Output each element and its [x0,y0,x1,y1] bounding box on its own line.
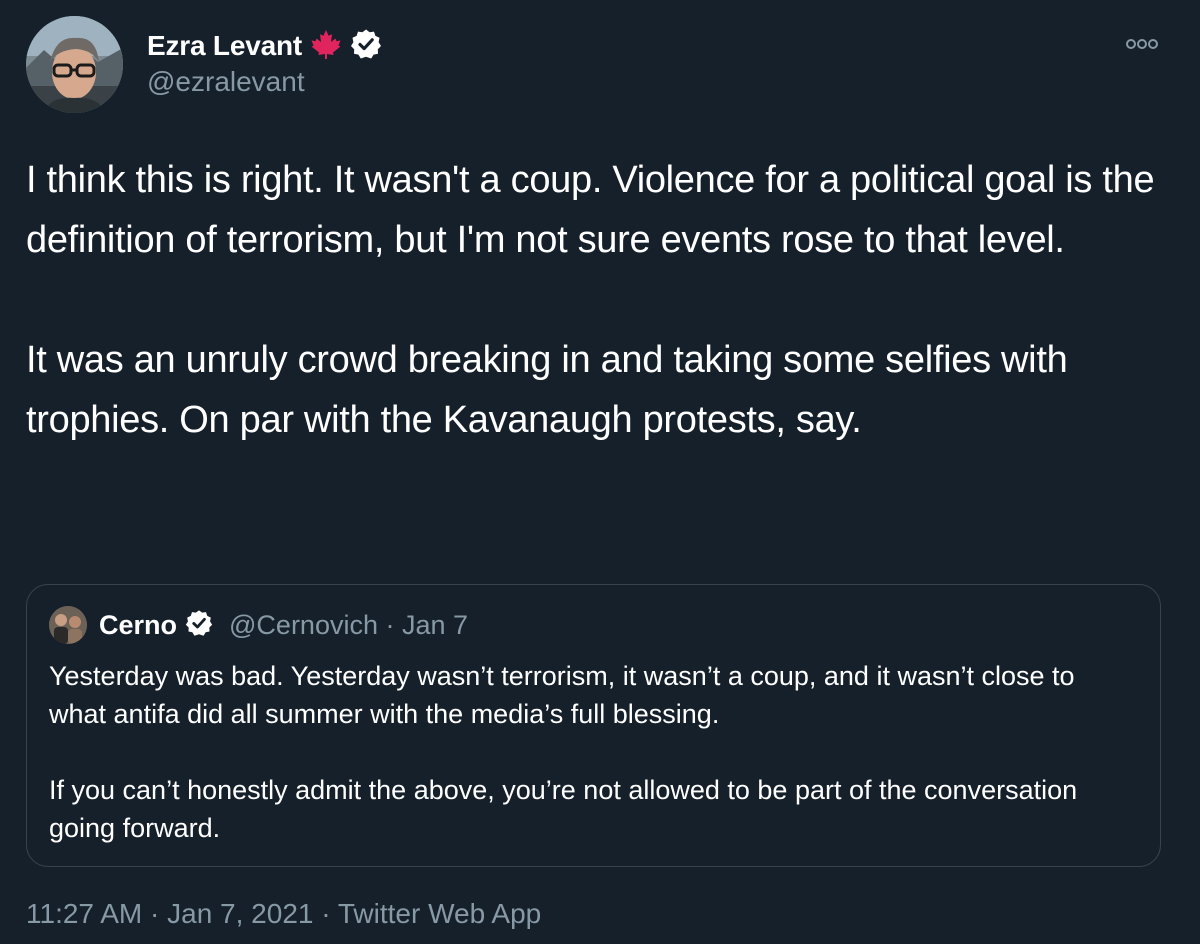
verified-badge-icon [350,28,382,65]
verified-badge-icon [185,609,213,642]
quoted-author-avatar[interactable] [49,606,87,644]
footer-separator: · [321,898,331,929]
footer-separator: · [150,898,160,929]
quoted-author-meta: @Cernovich · Jan 7 [229,610,468,641]
author-avatar[interactable] [26,16,123,113]
quoted-author-name[interactable]: Cerno [99,610,177,641]
tweet-paragraph: I think this is right. It wasn't a coup.… [26,159,1155,261]
author-name[interactable]: Ezra Levant [147,30,302,62]
meta-separator: · [385,609,395,640]
quoted-tweet-text: Yesterday was bad. Yesterday wasn’t terr… [49,657,1139,847]
quoted-tweet-paragraph: If you can’t honestly admit the above, y… [49,775,1078,843]
tweet-time[interactable]: 11:27 AM [26,898,142,929]
maple-leaf-icon [310,28,342,65]
quoted-tweet-paragraph: Yesterday was bad. Yesterday wasn’t terr… [49,661,1075,729]
author-handle[interactable]: @ezralevant [147,66,305,98]
more-options-icon [1126,39,1158,49]
tweet-footer: 11:27 AM · Jan 7, 2021 · Twitter Web App [26,898,541,930]
tweet-text: I think this is right. It wasn't a coup.… [26,150,1176,450]
tweet-paragraph: It was an unruly crowd breaking in and t… [26,339,1068,441]
author-name-row: Ezra Levant [147,26,382,66]
quoted-author-handle[interactable]: @Cernovich [229,610,378,640]
quoted-tweet[interactable]: Cerno @Cernovich · Jan 7 Yesterday was b… [26,584,1161,867]
quoted-tweet-header: Cerno @Cernovich · Jan 7 [49,605,468,645]
more-options-button[interactable] [1124,34,1160,54]
tweet: Ezra Levant @ezralevant I think this is … [0,0,1200,944]
tweet-source[interactable]: Twitter Web App [338,898,541,929]
tweet-date[interactable]: Jan 7, 2021 [167,898,313,929]
quoted-tweet-date[interactable]: Jan 7 [402,610,468,640]
